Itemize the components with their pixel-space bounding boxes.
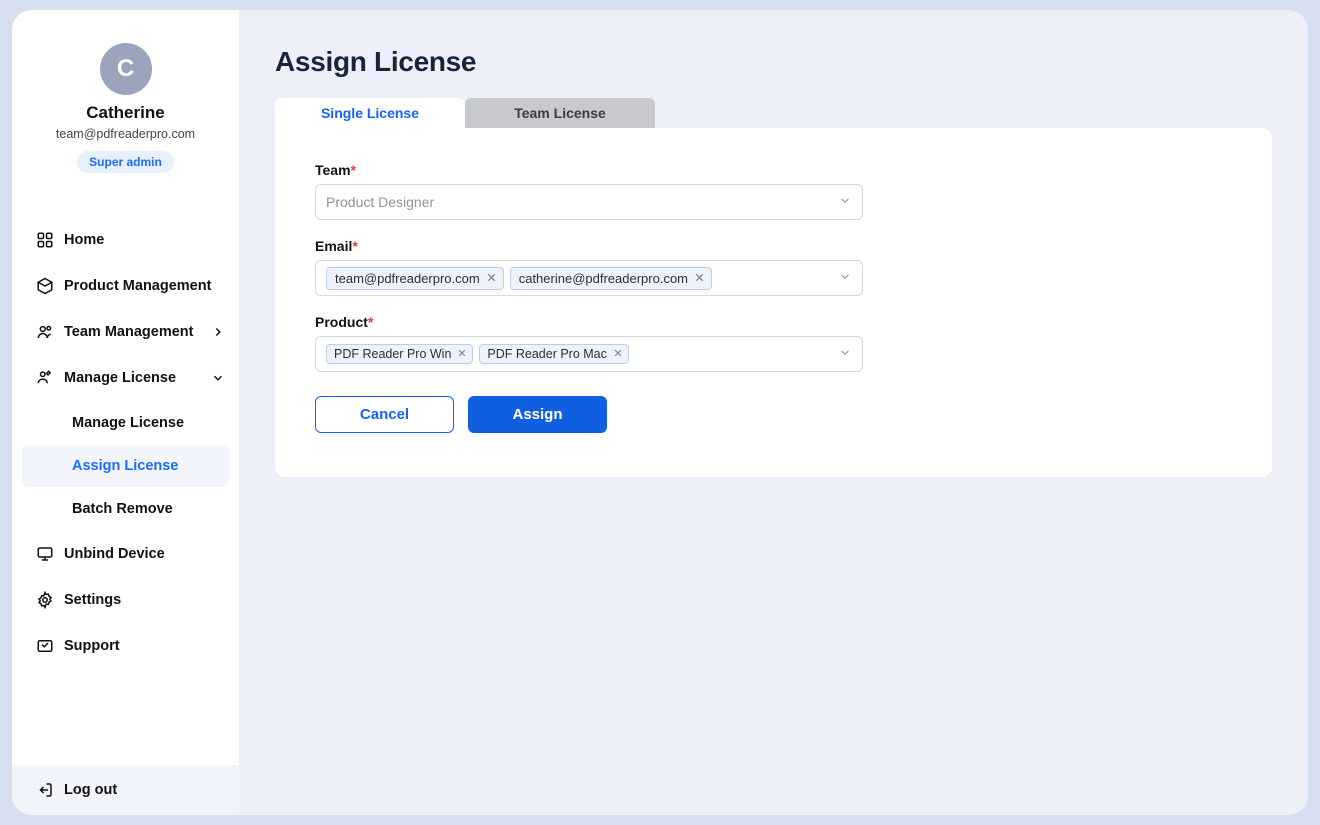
required-mark: * xyxy=(352,238,357,254)
profile-name: Catherine xyxy=(86,103,164,123)
nav: Home Product Management Team Management xyxy=(12,217,239,765)
sidebar-item-label: Support xyxy=(64,638,120,654)
product-multiselect[interactable]: PDF Reader Pro Win PDF Reader Pro Mac xyxy=(315,336,863,372)
required-mark: * xyxy=(368,314,373,330)
chip-text: team@pdfreaderpro.com xyxy=(335,271,480,286)
sidebar-item-support[interactable]: Support xyxy=(12,623,239,669)
team-select[interactable]: Product Designer xyxy=(315,184,863,220)
sidebar-item-label: Manage License xyxy=(64,370,176,386)
chip-text: catherine@pdfreaderpro.com xyxy=(519,271,688,286)
app-frame: C Catherine team@pdfreaderpro.com Super … xyxy=(12,10,1308,815)
label-text: Email xyxy=(315,238,352,254)
email-chip: team@pdfreaderpro.com xyxy=(326,267,504,290)
cancel-button[interactable]: Cancel xyxy=(315,396,454,433)
chevron-right-icon xyxy=(211,325,225,339)
tab-single-license[interactable]: Single License xyxy=(275,98,465,128)
product-chip: PDF Reader Pro Mac xyxy=(479,344,628,364)
sidebar-subitem-assign-license[interactable]: Assign License xyxy=(22,445,229,487)
sidebar-item-label: Batch Remove xyxy=(72,501,173,517)
sidebar-item-manage-license[interactable]: Manage License xyxy=(12,355,239,401)
chevron-down-icon xyxy=(838,270,852,287)
logout-icon xyxy=(36,781,54,799)
sidebar-item-settings[interactable]: Settings xyxy=(12,577,239,623)
sidebar-item-label: Team Management xyxy=(64,324,193,340)
form-card: Team* Product Designer Email* team@pdfre… xyxy=(275,128,1272,477)
field-label-email: Email* xyxy=(315,238,863,254)
monitor-icon xyxy=(36,545,54,563)
team-select-value: Product Designer xyxy=(326,194,434,210)
field-product: Product* PDF Reader Pro Win PDF Reader P… xyxy=(315,314,863,372)
field-label-team: Team* xyxy=(315,162,863,178)
label-text: Product xyxy=(315,314,368,330)
profile-email: team@pdfreaderpro.com xyxy=(56,127,195,141)
sidebar-subitem-batch-remove[interactable]: Batch Remove xyxy=(22,488,229,530)
sidebar-item-unbind-device[interactable]: Unbind Device xyxy=(12,531,239,577)
profile-block: C Catherine team@pdfreaderpro.com Super … xyxy=(12,10,239,185)
sidebar-item-product-management[interactable]: Product Management xyxy=(12,263,239,309)
field-label-product: Product* xyxy=(315,314,863,330)
sidebar: C Catherine team@pdfreaderpro.com Super … xyxy=(12,10,239,815)
sidebar-item-home[interactable]: Home xyxy=(12,217,239,263)
email-chip: catherine@pdfreaderpro.com xyxy=(510,267,712,290)
chevron-down-icon xyxy=(838,346,852,363)
label-text: Team xyxy=(315,162,351,178)
sidebar-item-label: Settings xyxy=(64,592,121,608)
sidebar-item-label: Product Management xyxy=(64,278,211,294)
page-title: Assign License xyxy=(275,46,1272,78)
chip-text: PDF Reader Pro Win xyxy=(334,347,451,361)
support-icon xyxy=(36,637,54,655)
sidebar-item-label: Home xyxy=(64,232,104,248)
tabs: Single License Team License xyxy=(275,98,1272,128)
role-badge: Super admin xyxy=(77,151,174,173)
field-team: Team* Product Designer xyxy=(315,162,863,220)
home-icon xyxy=(36,231,54,249)
close-icon[interactable] xyxy=(694,271,705,286)
close-icon[interactable] xyxy=(486,271,497,286)
tab-team-license[interactable]: Team License xyxy=(465,98,655,128)
product-chip: PDF Reader Pro Win xyxy=(326,344,473,364)
sidebar-item-label: Unbind Device xyxy=(64,546,165,562)
email-multiselect[interactable]: team@pdfreaderpro.com catherine@pdfreade… xyxy=(315,260,863,296)
gear-icon xyxy=(36,591,54,609)
chevron-down-icon xyxy=(838,194,852,211)
close-icon[interactable] xyxy=(457,347,467,361)
sidebar-item-label: Manage License xyxy=(72,415,184,431)
chip-text: PDF Reader Pro Mac xyxy=(487,347,606,361)
team-icon xyxy=(36,323,54,341)
logout-label: Log out xyxy=(64,782,117,798)
chevron-down-icon xyxy=(211,371,225,385)
assign-button[interactable]: Assign xyxy=(468,396,607,433)
close-icon[interactable] xyxy=(613,347,623,361)
field-email: Email* team@pdfreaderpro.com catherine@p… xyxy=(315,238,863,296)
license-icon xyxy=(36,369,54,387)
avatar: C xyxy=(100,43,152,95)
package-icon xyxy=(36,277,54,295)
required-mark: * xyxy=(351,162,356,178)
sidebar-item-label: Assign License xyxy=(72,458,178,474)
sidebar-subitem-manage-license[interactable]: Manage License xyxy=(22,402,229,444)
main-content: Assign License Single License Team Licen… xyxy=(239,10,1308,815)
sidebar-item-team-management[interactable]: Team Management xyxy=(12,309,239,355)
button-row: Cancel Assign xyxy=(315,396,1232,433)
logout-button[interactable]: Log out xyxy=(12,765,239,815)
